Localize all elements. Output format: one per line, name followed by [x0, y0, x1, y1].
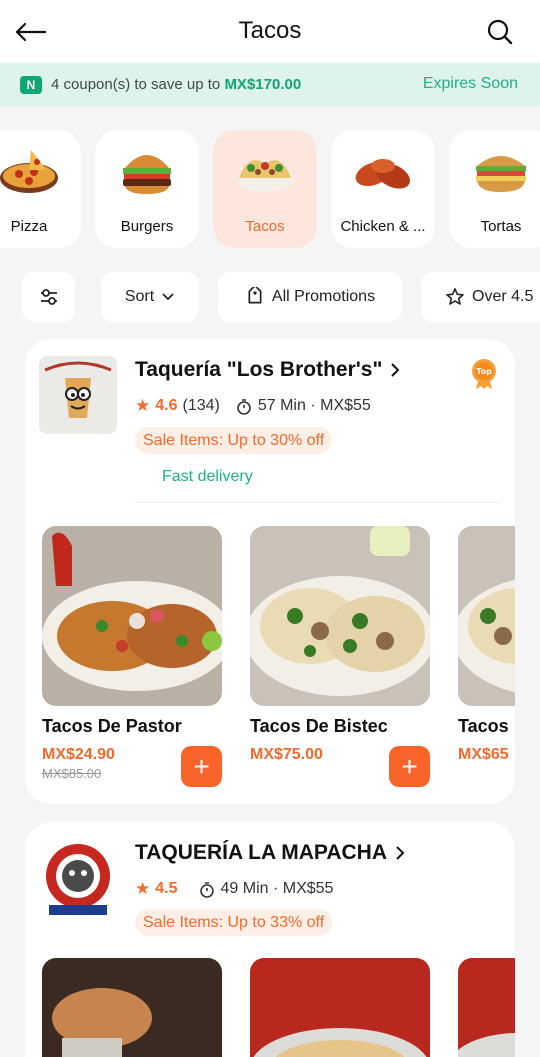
coupon-badge-icon: N	[20, 75, 42, 94]
dish-name: Tacos De Pastor	[42, 716, 182, 736]
category-tacos[interactable]: Tacos	[213, 130, 317, 248]
burger-icon	[123, 155, 171, 194]
top-badge-icon: Top	[472, 359, 496, 389]
star-filled-icon: ★	[135, 879, 151, 898]
dish-image[interactable]	[42, 958, 222, 1057]
category-label: Tacos	[245, 218, 285, 235]
timer-icon	[199, 881, 214, 898]
sale-tag: Sale Items: Up to 33% off	[135, 909, 333, 936]
add-to-cart-button[interactable]: +	[181, 746, 222, 787]
restaurant-meta: ★ 4.5 49 Min · MX$55	[135, 879, 333, 899]
restaurant-name[interactable]: TAQUERÍA LA MAPACHA	[135, 841, 405, 865]
rating-filter-button[interactable]: Over 4.5	[421, 272, 540, 322]
category-label: Tortas	[480, 218, 522, 235]
torta-icon	[476, 156, 526, 192]
restaurant-card[interactable]: Taquería "Los Brother's" Top ★ 4.6 (134)…	[25, 339, 515, 804]
dish-item[interactable]: Tacos De Bistec MX$75.00 +	[250, 526, 430, 787]
dish-image	[42, 526, 222, 706]
category-burgers[interactable]: Burgers	[95, 130, 199, 248]
dish-image	[250, 526, 430, 706]
category-label: Pizza	[10, 218, 48, 235]
category-label: Burgers	[120, 218, 174, 235]
plus-icon: +	[401, 750, 418, 782]
add-to-cart-button[interactable]: +	[389, 746, 430, 787]
restaurant-name[interactable]: Taquería "Los Brother's"	[135, 358, 400, 382]
dish-name: Tacos De Bistec	[250, 716, 388, 736]
rating-filter-label: Over 4.5	[472, 288, 534, 305]
restaurant-logo	[39, 356, 117, 434]
top-bar: Tacos	[0, 0, 540, 63]
sort-label: Sort	[124, 288, 155, 305]
tag-icon	[248, 287, 262, 304]
filter-settings-button[interactable]	[22, 272, 75, 322]
coupon-text: 4 coupon(s) to save up to MX$170.00	[51, 76, 302, 93]
category-carousel[interactable]: Pizza Burgers Tacos Chicken & ... Tortas	[0, 130, 540, 250]
category-tortas[interactable]: Tortas	[449, 130, 540, 248]
dish-price: MX$65	[458, 746, 509, 763]
coupon-banner[interactable]: N 4 coupon(s) to save up to MX$170.00 Ex…	[0, 63, 540, 106]
all-promotions-button[interactable]: All Promotions	[218, 272, 402, 322]
restaurant-rating: 4.6	[155, 397, 178, 414]
filter-bar: Sort All Promotions Over 4.5	[0, 272, 540, 322]
dish-image[interactable]	[250, 958, 430, 1057]
category-pizza[interactable]: Pizza	[0, 130, 81, 248]
dish-item[interactable]: Tacos De Pastor MX$24.90 MX$85.00 +	[42, 526, 222, 787]
coupon-expires: Expires Soon	[422, 75, 518, 92]
promotions-label: All Promotions	[271, 288, 376, 305]
timer-icon	[237, 398, 251, 415]
restaurant-meta: ★ 4.6 (134) 57 Min · MX$55	[135, 396, 371, 416]
delivery-time: 57 Min	[257, 397, 306, 414]
category-chicken[interactable]: Chicken & ...	[331, 130, 435, 248]
tacos-icon	[236, 160, 294, 192]
coupon-amount: MX$170.00	[224, 76, 302, 93]
restaurant-logo	[39, 839, 117, 917]
dish-image	[458, 526, 515, 706]
star-outline-icon	[446, 288, 464, 305]
search-icon[interactable]	[482, 14, 518, 50]
star-filled-icon: ★	[135, 396, 151, 415]
dish-image[interactable]	[458, 958, 515, 1057]
delivery-fee: · MX$55	[310, 397, 371, 414]
top-badge-label: Top	[476, 367, 492, 376]
restaurant-card[interactable]: TAQUERÍA LA MAPACHA ★ 4.5 49 Min · MX$55…	[25, 822, 515, 1057]
dish-item[interactable]: Tacos MX$65	[458, 526, 515, 764]
sort-button[interactable]: Sort	[101, 272, 199, 322]
chicken-wings-icon	[355, 159, 410, 189]
sliders-icon	[40, 289, 57, 305]
fast-delivery-tag: Fast delivery	[162, 468, 253, 485]
review-count: (134)	[182, 397, 220, 414]
delivery-time: 49 Min	[220, 880, 269, 897]
restaurant-rating: 4.5	[155, 880, 178, 897]
dish-name: Tacos	[458, 716, 509, 736]
page-title: Tacos	[238, 17, 302, 44]
chevron-down-icon	[162, 293, 174, 301]
divider	[135, 502, 501, 503]
plus-icon: +	[193, 750, 210, 782]
pizza-icon	[0, 150, 58, 193]
chevron-right-icon	[396, 846, 405, 860]
delivery-fee: · MX$55	[272, 880, 334, 897]
sale-tag: Sale Items: Up to 30% off	[135, 427, 333, 454]
category-label: Chicken & ...	[340, 218, 426, 235]
chevron-right-icon	[391, 363, 400, 377]
